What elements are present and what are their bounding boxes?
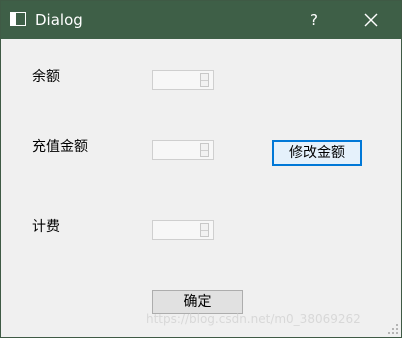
recharge-value	[156, 142, 198, 158]
spin-divider	[201, 80, 208, 81]
watermark-text: https://blog.csdn.net/m0_38069262	[146, 312, 361, 326]
recharge-label: 充值金额	[32, 139, 88, 155]
resize-grip-icon[interactable]	[387, 323, 399, 335]
fee-spinbox[interactable]	[152, 220, 214, 240]
help-button[interactable]: ?	[299, 5, 329, 35]
dialog-window: Dialog ? 余额 充值金额 修改金额 计费 确定 https://blog…	[0, 0, 402, 338]
window-app-icon	[10, 12, 26, 26]
app-icon-pane	[11, 13, 16, 25]
modify-amount-button[interactable]: 修改金额	[272, 140, 362, 166]
balance-spinbox[interactable]	[152, 70, 214, 90]
spin-divider	[201, 150, 208, 151]
recharge-spin-arrows-icon[interactable]	[200, 143, 209, 157]
fee-spin-arrows-icon[interactable]	[200, 223, 209, 237]
balance-spin-arrows-icon[interactable]	[200, 73, 209, 87]
fee-value	[156, 222, 198, 238]
recharge-spinbox[interactable]	[152, 140, 214, 160]
dialog-client-area: 余额 充值金额 修改金额 计费 确定 https://blog.csdn.net…	[1, 39, 401, 337]
close-button[interactable]	[351, 5, 391, 35]
title-bar[interactable]: Dialog ?	[1, 1, 401, 39]
spin-divider	[201, 230, 208, 231]
fee-label: 计费	[32, 219, 60, 235]
close-icon	[364, 13, 378, 27]
balance-label: 余额	[32, 69, 60, 85]
window-title: Dialog	[35, 11, 83, 29]
balance-value	[156, 72, 198, 88]
